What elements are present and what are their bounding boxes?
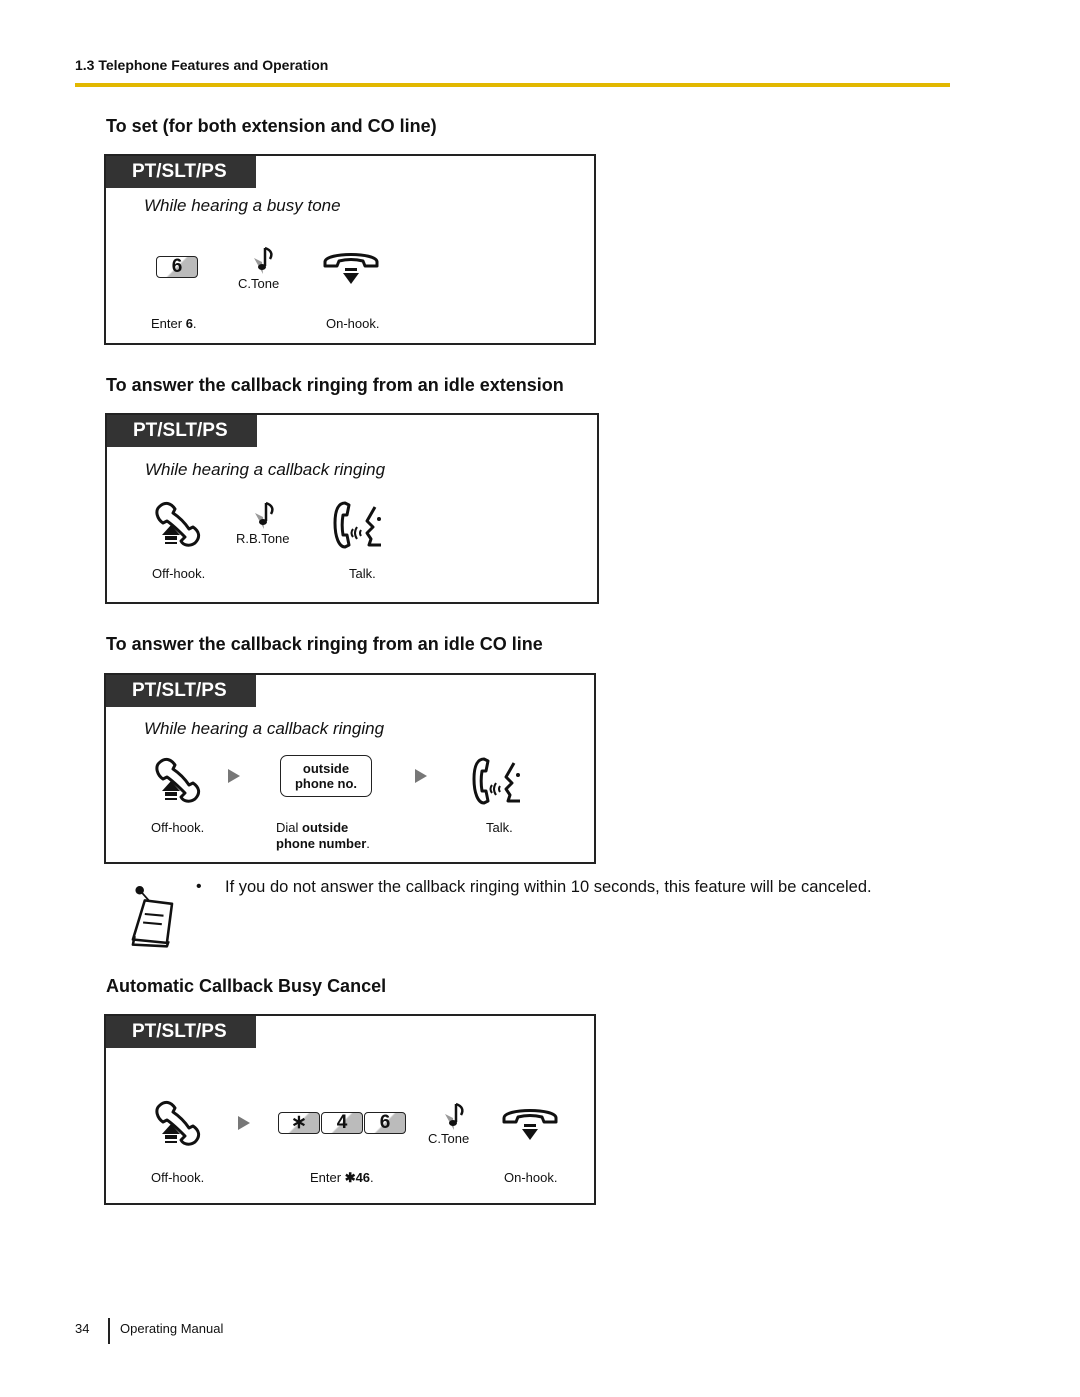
off-hook-icon: [153, 757, 205, 805]
footer-divider: [108, 1318, 110, 1344]
procedure-panel-answer-extension: PT/SLT/PS While hearing a callback ringi…: [105, 413, 599, 604]
device-tag: PT/SLT/PS: [107, 415, 257, 447]
caption-text: .: [192, 316, 197, 331]
step-caption: Talk.: [486, 820, 513, 835]
step-caption: Enter 6.: [151, 316, 197, 331]
caption-bold: ✱46: [344, 1170, 371, 1185]
header-rule: [75, 83, 950, 87]
tone-label: C.Tone: [238, 276, 280, 291]
on-hook-icon: [500, 1104, 560, 1144]
tone-label: C.Tone: [428, 1131, 470, 1146]
section-title-busy-cancel: Automatic Callback Busy Cancel: [106, 976, 387, 996]
procedure-panel-set: PT/SLT/PS While hearing a busy tone 6 C.…: [104, 154, 596, 345]
caption-bold: outside: [302, 820, 349, 835]
page-number: 34: [75, 1321, 90, 1336]
bullet: •: [196, 878, 202, 895]
step-caption: Talk.: [349, 566, 376, 581]
caption-bold: phone number: [276, 836, 367, 851]
ringback-tone-icon: [252, 499, 276, 531]
step-caption: Dial outside phone number.: [276, 820, 370, 852]
note-text: If you do not answer the callback ringin…: [225, 878, 872, 896]
step-caption: Off-hook.: [152, 566, 206, 581]
device-tag: PT/SLT/PS: [106, 1016, 256, 1048]
arrow-icon: [228, 769, 240, 783]
condition-text: While hearing a callback ringing: [144, 719, 385, 738]
key-6-icon: 6: [364, 1112, 406, 1134]
step-caption: Off-hook.: [151, 820, 205, 835]
confirmation-tone-icon: [251, 244, 275, 276]
key-star-icon: ∗: [278, 1112, 320, 1134]
button-line: outside: [302, 761, 350, 776]
note-icon: [128, 880, 182, 948]
step-caption: Enter ✱46.: [310, 1170, 374, 1186]
key-6-icon: 6: [156, 256, 198, 278]
talk-icon: [472, 755, 524, 807]
key-4-icon: 4: [321, 1112, 363, 1134]
condition-text: While hearing a callback ringing: [145, 460, 386, 479]
caption-text: Dial: [276, 820, 303, 835]
caption-text: .: [366, 836, 370, 851]
caption-text: Enter: [310, 1170, 345, 1185]
arrow-icon: [238, 1116, 250, 1130]
step-caption: On-hook.: [326, 316, 380, 331]
procedure-panel-answer-co: PT/SLT/PS While hearing a callback ringi…: [104, 673, 596, 864]
off-hook-icon: [153, 1100, 205, 1148]
confirmation-tone-icon: [442, 1100, 466, 1132]
condition-text: While hearing a busy tone: [144, 196, 341, 215]
caption-text: .: [370, 1170, 374, 1185]
device-tag: PT/SLT/PS: [106, 675, 256, 707]
section-title-set: To set (for both extension and CO line): [106, 116, 437, 136]
section-title-answer-co: To answer the callback ringing from an i…: [106, 634, 543, 654]
step-caption: Off-hook.: [151, 1170, 205, 1185]
arrow-icon: [415, 769, 427, 783]
device-tag: PT/SLT/PS: [106, 156, 256, 188]
tone-label: R.B.Tone: [236, 531, 290, 546]
caption-text: Enter: [151, 316, 186, 331]
section-title-answer-extension: To answer the callback ringing from an i…: [106, 375, 564, 395]
talk-icon: [333, 499, 385, 551]
step-caption: On-hook.: [504, 1170, 558, 1185]
on-hook-icon: [321, 248, 381, 288]
button-line: phone no.: [294, 776, 358, 791]
procedure-panel-busy-cancel: PT/SLT/PS ∗ 4 6 C.Tone Off-hook. Enter ✱…: [104, 1014, 596, 1205]
caption-bold: 6: [185, 316, 193, 331]
section-header: 1.3 Telephone Features and Operation: [75, 57, 329, 73]
outside-phone-number-button: outside phone no.: [280, 755, 372, 797]
footer-title: Operating Manual: [120, 1321, 224, 1336]
off-hook-icon: [153, 501, 205, 549]
